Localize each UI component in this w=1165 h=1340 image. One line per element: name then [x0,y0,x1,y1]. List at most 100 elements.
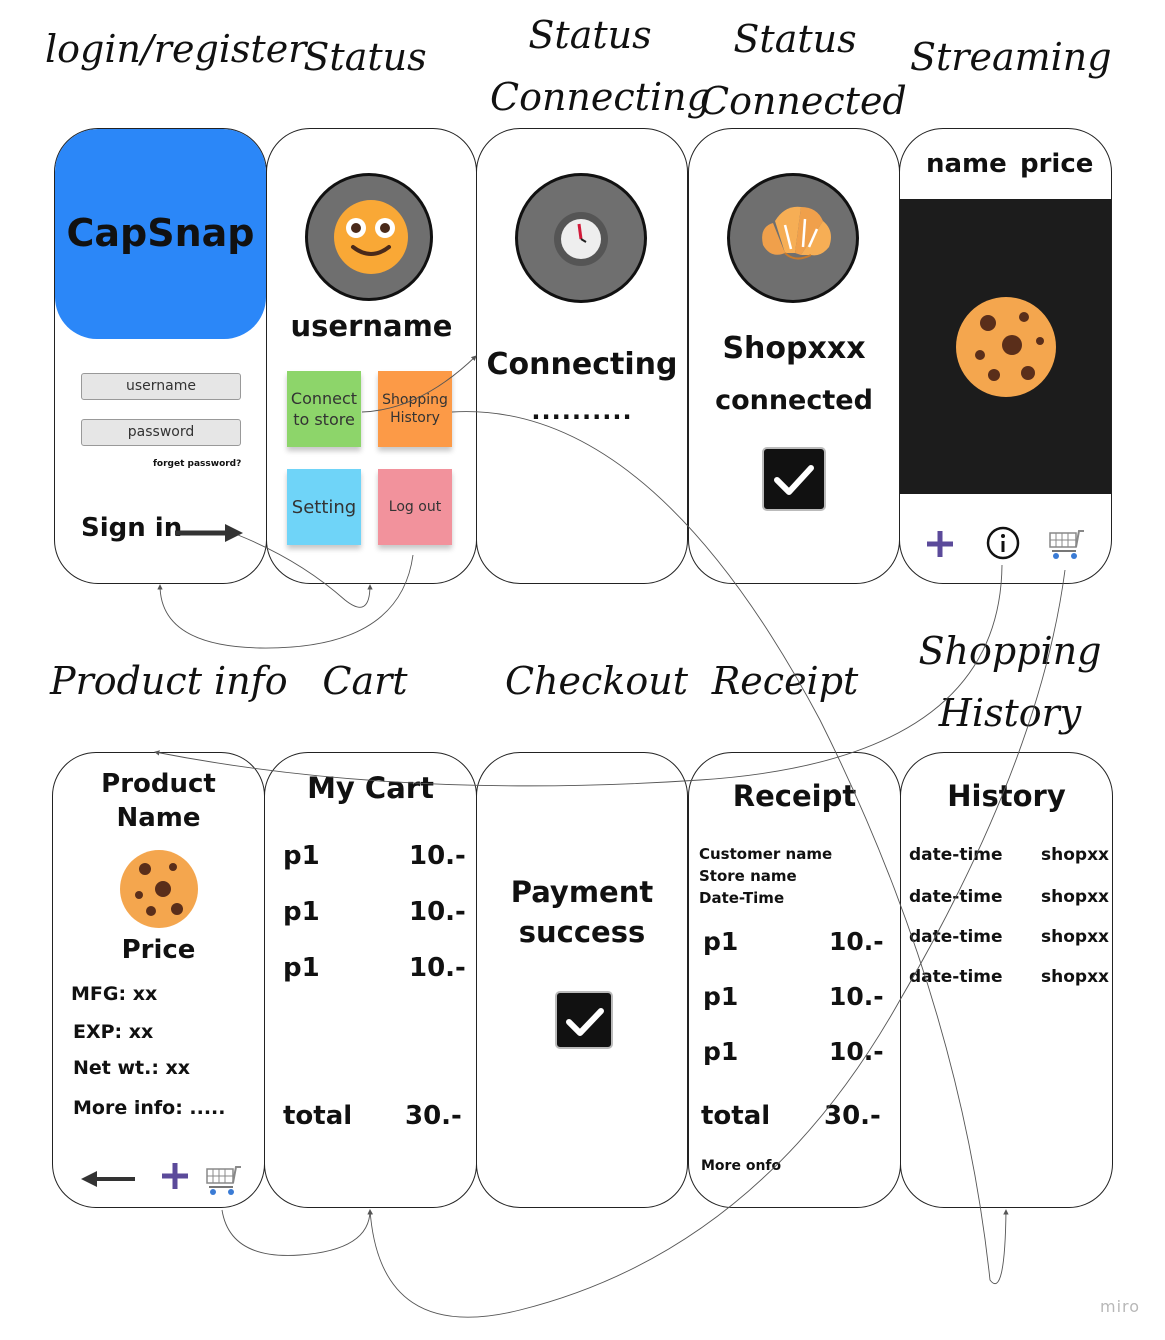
product-cart-icon[interactable] [203,1163,243,1197]
receipt-item-name: p1 [703,982,739,1011]
history-row-shop[interactable]: shopxx [1041,845,1109,865]
shopping-history-note[interactable]: Shopping History [378,371,452,447]
stream-price-label: price [1020,149,1094,179]
login-screen: CapSnap username password forget passwor… [54,128,267,584]
title-checkout: Checkout [505,659,688,703]
connected-screen: Shopxxx connected [688,128,900,584]
cart-item-price: 10.- [409,897,466,927]
smiley-icon [334,200,408,274]
cart-item-name: p1 [283,841,320,871]
title-history-2: History [938,691,1082,735]
note-label-line: Shopping [382,392,448,408]
note-label-line: Connect [290,389,358,408]
receipt-screen: Receipt Customer name Store name Date-Ti… [688,752,901,1208]
receipt-meta: Customer name [699,845,833,863]
plus-icon[interactable] [925,529,955,559]
cart-item-name: p1 [283,953,320,983]
streaming-screen: name price [899,128,1112,584]
title-connected-1: Status [733,17,857,61]
shop-name: Shopxxx [722,331,866,366]
connecting-dots: .......... [531,397,633,425]
title-connecting-2: Connecting [490,75,711,119]
title-receipt: Receipt [711,659,859,703]
receipt-meta: Store name [699,867,797,885]
connect-to-store-note[interactable]: Connect to store [287,371,361,447]
note-label-line: Setting [291,496,357,518]
cart-screen: My Cart p1 10.- p1 10.- p1 10.- total 30… [264,752,477,1208]
receipt-item-name: p1 [703,927,739,956]
receipt-item-price: 10.- [829,982,884,1011]
connected-checkbox [762,447,826,511]
clock-icon [554,212,608,266]
connecting-text: Connecting [486,347,678,382]
note-label-line: to store [293,410,355,429]
cookie-icon [956,297,1056,397]
note-label-line: History [390,410,440,426]
product-name-line: Name [116,803,201,833]
payment-text-line: Payment [510,875,654,909]
history-row-shop[interactable]: shopxx [1041,887,1109,907]
receipt-title: Receipt [732,779,857,813]
cart-item-price: 10.- [409,953,466,983]
history-row-shop[interactable]: shopxx [1041,927,1109,947]
title-connecting-1: Status [528,13,652,57]
connecting-screen: Connecting .......... [476,128,688,584]
back-arrow-icon[interactable] [81,1167,137,1191]
log-out-note[interactable]: Log out [378,469,452,545]
title-cart: Cart [322,659,408,703]
profile-username: username [290,309,453,343]
history-row-date[interactable]: date-time [909,845,1003,865]
product-name-line: Product [101,769,216,799]
product-price: Price [121,935,196,965]
product-cookie-icon [120,850,198,928]
checkout-screen: Payment success [476,752,688,1208]
title-streaming: Streaming [910,35,1112,79]
receipt-item-name: p1 [703,1037,739,1066]
info-icon[interactable] [986,526,1020,560]
sign-in-button[interactable]: Sign in [81,513,182,543]
connected-text: connected [715,385,873,416]
title-status: Status [303,35,427,79]
title-login: login/register [45,27,307,71]
cart-total-label: total [283,1101,353,1131]
connector-product-cart-to-cart [221,1209,373,1256]
history-row-date[interactable]: date-time [909,967,1003,987]
product-mfg: MFG: xx [71,983,158,1005]
history-screen: History date-time shopxx date-time shopx… [900,752,1113,1208]
check-icon [774,465,814,495]
username-field[interactable]: username [81,373,241,400]
receipt-item-price: 10.- [829,927,884,956]
check-icon [566,1008,604,1036]
brand-logo: CapSnap [66,211,255,255]
product-net-wt: Net wt.: xx [73,1057,191,1079]
product-more-info[interactable]: More info: ..... [73,1097,226,1119]
title-history-1: Shopping [918,629,1102,673]
cart-icon[interactable] [1046,527,1086,561]
forget-password-link[interactable]: forget password? [153,459,241,469]
payment-checkbox [555,991,613,1049]
receipt-total-value: 30.- [824,1101,881,1131]
history-row-shop[interactable]: shopxx [1041,967,1109,987]
cart-item-price: 10.- [409,841,466,871]
product-exp: EXP: xx [73,1021,154,1043]
croissant-icon [762,206,831,260]
title-connected-2: Connected [700,79,907,123]
sign-in-arrow-icon[interactable] [175,521,245,545]
receipt-more-info[interactable]: More onfo [701,1158,781,1174]
product-info-screen: Product Name Price MFG: xx EXP: xx Net w… [52,752,265,1208]
history-row-date[interactable]: date-time [909,887,1003,907]
receipt-item-price: 10.- [829,1037,884,1066]
password-field[interactable]: password [81,419,241,446]
setting-note[interactable]: Setting [287,469,361,545]
title-product-info: Product info [50,659,288,703]
receipt-meta: Date-Time [699,889,785,907]
payment-text-line: success [518,915,646,949]
miro-watermark: miro [1100,1297,1141,1316]
stream-name-label: name [926,149,1007,179]
cart-title: My Cart [307,771,434,805]
note-label-line: Log out [388,498,442,515]
add-plus-icon[interactable] [160,1161,190,1191]
status-screen: username Connect to store Shopping History… [266,128,477,584]
cart-total-value: 30.- [405,1101,462,1131]
history-row-date[interactable]: date-time [909,927,1003,947]
